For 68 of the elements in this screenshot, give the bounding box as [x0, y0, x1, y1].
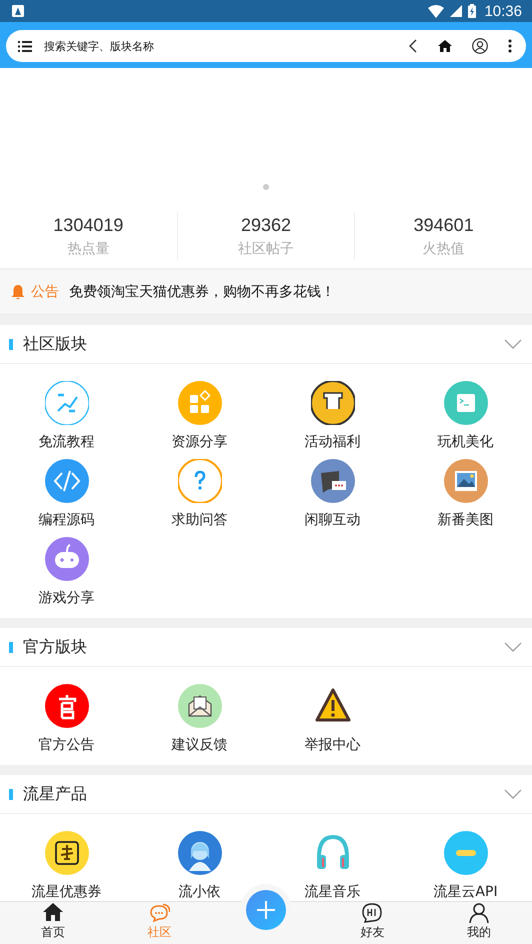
add-button[interactable] [246, 890, 286, 930]
stat-value: 394601 [412, 214, 475, 237]
gamepad-icon[interactable] [44, 537, 88, 581]
nav-tab[interactable]: 好友 [319, 899, 426, 944]
user-icon[interactable] [472, 38, 488, 54]
envelope-icon[interactable] [178, 684, 222, 728]
section-marker [9, 642, 13, 652]
app-notification-icon [12, 5, 24, 17]
stat-label: 社区帖子 [237, 240, 295, 259]
clock-time: 10:36 [484, 2, 522, 20]
person-icon [468, 903, 489, 923]
tile-label[interactable]: 玩机美化 [438, 434, 494, 450]
question-icon[interactable] [178, 459, 222, 503]
page-indicator-dot[interactable] [263, 184, 269, 190]
chevron-down-icon[interactable] [504, 339, 522, 349]
section-marker [9, 788, 13, 800]
chevron-down-icon[interactable] [504, 789, 522, 799]
notice-tag: 公告 [31, 283, 59, 301]
stat-value: 1304019 [52, 214, 124, 237]
section-title: 社区版块 [23, 334, 88, 354]
notice-bar[interactable]: 公告 免费领淘宝天猫优惠券，购物不再多花钱！ [0, 270, 532, 315]
code-icon[interactable] [44, 459, 88, 503]
tile-label[interactable]: 官方公告 [38, 737, 94, 753]
chevron-down-icon[interactable] [504, 642, 522, 652]
stat-value: 29362 [240, 214, 292, 237]
coupon-icon[interactable] [44, 831, 88, 875]
tile-label[interactable]: 闲聊互动 [304, 512, 360, 528]
tile-label[interactable]: 求助问答 [172, 512, 228, 528]
tile-label[interactable]: 举报中心 [304, 737, 360, 753]
seal-icon[interactable] [44, 684, 88, 728]
stat-label: 热点量 [66, 240, 110, 259]
back-icon[interactable] [408, 39, 418, 53]
section-title: 官方版块 [23, 636, 88, 658]
nav-tab[interactable]: 首页 [0, 899, 106, 944]
search-field[interactable]: 搜索关键字、版块名称 [44, 40, 388, 52]
tile-label[interactable]: 新番美图 [438, 512, 494, 528]
tile-label[interactable]: 流小依 [178, 884, 220, 900]
tile-label[interactable]: 流星优惠券 [32, 884, 102, 900]
more-icon[interactable] [508, 39, 512, 53]
tile-label[interactable]: 流星云API [433, 884, 498, 900]
tile-label[interactable]: 建议反馈 [172, 737, 228, 753]
tile-label[interactable]: 游戏分享 [38, 590, 94, 606]
section-marker [9, 338, 13, 350]
home-icon[interactable] [438, 40, 452, 52]
chat-bubbles-icon [150, 903, 170, 923]
plus-icon [256, 900, 276, 920]
signal-icon [450, 5, 462, 17]
image-icon[interactable] [444, 459, 488, 503]
battery-icon [468, 4, 476, 18]
home-icon [43, 903, 64, 923]
hi-bubble-icon [362, 903, 382, 923]
notice-text: 免费领淘宝天猫优惠券，购物不再多花钱！ [69, 283, 335, 301]
tile-label[interactable]: 免流教程 [38, 434, 94, 450]
terminal-icon[interactable] [444, 381, 488, 425]
figure-icon[interactable] [178, 831, 222, 875]
tile-label[interactable]: 流星音乐 [304, 884, 360, 900]
section-title: 流星产品 [23, 784, 88, 804]
search-bar[interactable]: 搜索关键字、版块名称 [6, 30, 526, 62]
chat-bubbles-icon[interactable] [310, 459, 354, 503]
menu-icon[interactable] [18, 40, 32, 52]
network-chart-icon[interactable] [44, 381, 88, 425]
bell-icon [11, 284, 25, 300]
tile-label[interactable]: 资源分享 [172, 434, 228, 450]
stat-label: 火热值 [422, 240, 466, 259]
tile-label[interactable]: 活动福利 [304, 434, 360, 450]
tile-label[interactable]: 编程源码 [38, 512, 94, 528]
wifi-icon [428, 4, 444, 18]
nav-tab[interactable]: 我的 [426, 899, 532, 944]
